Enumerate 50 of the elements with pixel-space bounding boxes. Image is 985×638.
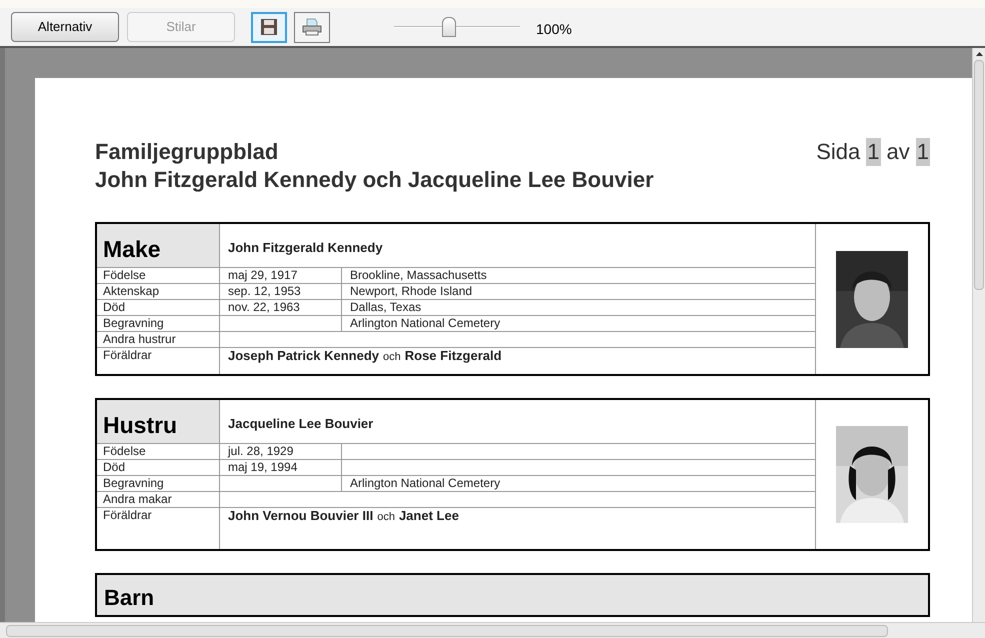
zoom-percent: 100% (536, 20, 572, 38)
row-label: Begravning (97, 476, 220, 491)
row-label: Föräldrar (97, 508, 220, 549)
scroll-thumb[interactable] (6, 624, 888, 636)
page-subtitle: John Fitzgerald Kennedy och Jacqueline Lee Bouvier (95, 166, 654, 194)
place-cell-text: Arlington National Cemetery (349, 476, 502, 491)
father-name: Joseph Patrick Kennedy (228, 349, 379, 363)
place-cell-text: Brookline, Massachusetts (349, 268, 488, 283)
save-button[interactable] (251, 12, 287, 42)
father-name: John Vernou Bouvier III (228, 509, 374, 523)
row-label: Begravning (97, 316, 220, 331)
printer-icon (302, 18, 322, 36)
mother-name: Rose Fitzgerald (404, 349, 502, 363)
page-total: 1 (916, 138, 930, 166)
page-title: Familjegruppblad (95, 138, 280, 166)
row-label: Död (97, 300, 220, 315)
place-cell-text: Arlington National Cemetery (349, 316, 502, 331)
row-label: Födelse (97, 268, 220, 283)
scroll-up-icon[interactable] (976, 52, 982, 56)
row-label: Födelse (97, 444, 220, 459)
conjunction: och (377, 510, 395, 524)
scroll-thumb[interactable] (974, 60, 984, 290)
vertical-scrollbar[interactable] (972, 48, 985, 622)
row-label: Andra hustrur (97, 332, 220, 347)
row-label: Aktenskap (97, 284, 220, 299)
mother-name: Janet Lee (398, 509, 459, 523)
person-name: John Fitzgerald Kennedy (227, 239, 384, 257)
options-button[interactable]: Alternativ (11, 12, 119, 42)
zoom-slider[interactable] (394, 17, 520, 37)
date-cell: sep. 12, 1953 (220, 284, 342, 299)
page-label: av (886, 138, 910, 166)
slider-thumb[interactable] (442, 17, 456, 37)
page-number: 1 (866, 138, 880, 166)
horizontal-scrollbar[interactable] (0, 622, 985, 638)
place-cell-text: Dallas, Texas (349, 300, 422, 315)
row-label: Föräldrar (97, 348, 220, 374)
date-cell: nov. 22, 1963 (220, 300, 342, 315)
date-cell: jul. 28, 1929 (220, 444, 342, 459)
date-cell: maj 29, 1917 (220, 268, 342, 283)
conjunction: och (383, 350, 401, 364)
row-label: Andra makar (97, 492, 220, 507)
person-name: Jacqueline Lee Bouvier (227, 415, 374, 433)
role-heading: Make (97, 224, 220, 267)
role-heading: Hustru (97, 400, 220, 443)
children-heading: Barn (103, 584, 156, 612)
page-label: Sida (816, 138, 860, 166)
print-button[interactable] (294, 12, 330, 42)
date-cell: maj 19, 1994 (220, 460, 342, 475)
place-cell-text: Newport, Rhode Island (349, 284, 474, 299)
row-label: Död (97, 460, 220, 475)
